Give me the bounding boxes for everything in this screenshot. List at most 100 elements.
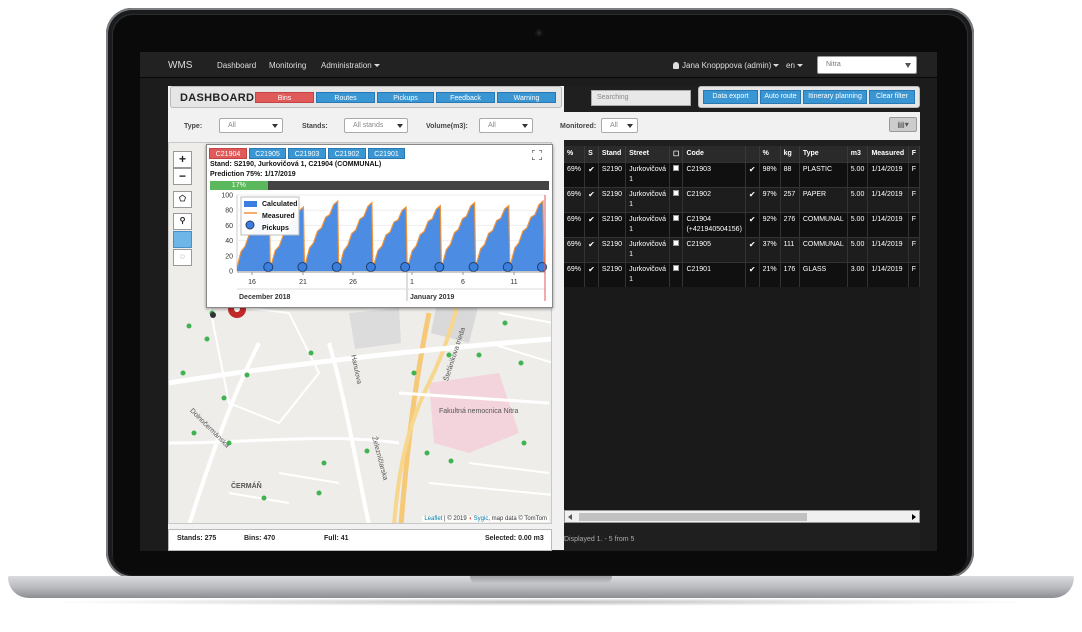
- cell-type: GLASS: [799, 261, 848, 287]
- cell-stand[interactable]: S2190: [598, 161, 627, 187]
- cell-code[interactable]: C21904 (+421940504156): [682, 211, 746, 237]
- brand-logo[interactable]: WMS: [168, 60, 192, 71]
- scroll-left-icon[interactable]: [568, 514, 572, 520]
- lasso-icon[interactable]: ◌: [173, 249, 192, 266]
- clear-filter-button[interactable]: Clear filter: [869, 90, 915, 104]
- stands-filter-select[interactable]: All stands: [344, 118, 408, 133]
- monitored-filter-select[interactable]: All: [601, 118, 638, 133]
- table-row[interactable]: 69% ✔ S2190 Jurkovičová 1 C21905 ✔ 37% 111 COMMUN…: [564, 236, 920, 262]
- cell-select[interactable]: [669, 261, 684, 287]
- nav-monitoring[interactable]: Monitoring: [269, 61, 306, 70]
- city-value: Nitra: [826, 61, 841, 68]
- attribution-tail: , map data © TomTom: [488, 516, 547, 522]
- cell-stand[interactable]: S2190: [598, 186, 627, 212]
- col-stand[interactable]: Stand: [598, 146, 627, 162]
- horizontal-scrollbar[interactable]: [564, 510, 920, 523]
- y-tick-label: 60: [225, 223, 233, 230]
- cell-code[interactable]: C21902: [682, 186, 746, 212]
- cell-code[interactable]: C21905: [682, 236, 746, 262]
- cell-measured: 1/14/2019: [867, 211, 909, 237]
- stands-filter-label: Stands:: [302, 123, 328, 130]
- dropdown-arrow-icon: [397, 124, 403, 128]
- popup-tab-c21903[interactable]: C21903: [288, 148, 326, 159]
- cell-select[interactable]: [669, 211, 684, 237]
- row-checkbox[interactable]: [673, 164, 680, 171]
- col-type[interactable]: Type: [799, 146, 848, 162]
- cell-f: F: [908, 211, 920, 237]
- cell-code[interactable]: C21903: [682, 161, 746, 187]
- layer-toggle-button[interactable]: [173, 231, 192, 248]
- tab-warning[interactable]: Warning: [497, 92, 556, 103]
- col-measured[interactable]: Measured: [867, 146, 909, 162]
- marker-icon[interactable]: ⚲: [173, 213, 192, 230]
- prediction-info: Prediction 75%: 1/17/2019: [210, 171, 296, 178]
- scroll-right-icon[interactable]: [912, 514, 916, 520]
- col-m3[interactable]: m3: [847, 146, 869, 162]
- camera-icon: [535, 29, 543, 37]
- cell-select[interactable]: [669, 236, 684, 262]
- dropdown-arrow-icon: [272, 124, 278, 128]
- user-menu[interactable]: Jana Knopppova (admin): [673, 61, 780, 70]
- cell-check: ✔: [745, 161, 760, 187]
- table-row[interactable]: 69% ✔ S2190 Jurkovičová 1 C21904 (+42194050415…: [564, 211, 920, 237]
- data-export-button[interactable]: Data export: [703, 90, 758, 104]
- col-fill-pct[interactable]: %: [564, 146, 586, 162]
- row-checkbox[interactable]: [673, 264, 680, 271]
- tab-feedback[interactable]: Feedback: [436, 92, 495, 103]
- row-checkbox[interactable]: [673, 239, 680, 246]
- col-street[interactable]: Street: [625, 146, 671, 162]
- legend-label: Pickups: [262, 225, 289, 232]
- pickup-marker: [365, 262, 376, 272]
- row-checkbox[interactable]: [673, 189, 680, 196]
- itinerary-planning-button[interactable]: Itinerary planning: [803, 90, 867, 104]
- tab-pickups[interactable]: Pickups: [377, 92, 434, 103]
- pickup-marker: [502, 262, 513, 272]
- cell-kg: 111: [780, 236, 800, 262]
- expand-icon[interactable]: [532, 150, 542, 160]
- cell-code[interactable]: C21901: [682, 261, 746, 287]
- table-row[interactable]: 69% ✔ S2190 Jurkovičová 1 C21902 ✔ 97% 257 PAPER 5…: [564, 186, 920, 212]
- language-menu[interactable]: en: [786, 61, 803, 70]
- cell-stand[interactable]: S2190: [598, 236, 627, 262]
- sygic-link[interactable]: Sygic: [474, 516, 489, 522]
- city-select[interactable]: Nitra: [817, 56, 917, 74]
- volume-filter-select[interactable]: All: [479, 118, 533, 133]
- draw-polygon-icon[interactable]: ⬠: [173, 191, 192, 208]
- street-name: Jurkovičová: [629, 165, 667, 173]
- scrollbar-thumb[interactable]: [579, 513, 807, 521]
- zoom-out-button[interactable]: −: [173, 168, 192, 185]
- row-checkbox[interactable]: [673, 214, 680, 221]
- check-icon: ✔: [748, 239, 756, 249]
- leaflet-link[interactable]: Leaflet: [424, 516, 442, 522]
- popup-tab-c21902[interactable]: C21902: [328, 148, 366, 159]
- popup-tab-c21904[interactable]: C21904: [209, 148, 247, 159]
- tab-routes[interactable]: Routes: [316, 92, 375, 103]
- cell-check: ✔: [745, 236, 760, 262]
- tab-bins[interactable]: Bins: [255, 92, 314, 103]
- legend-swatch-pickups: [245, 220, 255, 230]
- laptop-notch: [470, 576, 612, 584]
- nav-administration[interactable]: Administration: [321, 61, 380, 70]
- district-label: ČERMÁŇ: [231, 483, 262, 490]
- popup-tab-c21901[interactable]: C21901: [368, 148, 405, 159]
- type-filter-select[interactable]: All: [219, 118, 283, 133]
- col-code[interactable]: Code: [682, 146, 746, 162]
- cell-stand[interactable]: S2190: [598, 211, 627, 237]
- col-s[interactable]: S: [584, 146, 599, 162]
- cell-stand[interactable]: S2190: [598, 261, 627, 287]
- col-kg[interactable]: kg: [780, 146, 800, 162]
- zoom-in-button[interactable]: +: [173, 151, 192, 168]
- bin-code: C21905: [686, 240, 711, 248]
- col-f[interactable]: F: [908, 146, 920, 162]
- cell-select[interactable]: [669, 161, 684, 187]
- search-input[interactable]: Searching: [591, 90, 691, 106]
- table-row[interactable]: 69% ✔ S2190 Jurkovičová 1 C21901 ✔ 21% 176 GLASS 3…: [564, 261, 920, 287]
- col-pct[interactable]: %: [759, 146, 781, 162]
- auto-route-button[interactable]: Auto route: [760, 90, 801, 104]
- nav-dashboard[interactable]: Dashboard: [217, 61, 256, 70]
- popup-tab-c21905[interactable]: C21905: [249, 148, 286, 159]
- excel-export-button[interactable]: ▤▾: [889, 117, 917, 132]
- cell-select[interactable]: [669, 186, 684, 212]
- table-row[interactable]: 69% ✔ S2190 Jurkovičová 1 C21903 ✔ 98% 88 PLASTIC…: [564, 161, 920, 187]
- col-select-all[interactable]: ☐: [669, 146, 684, 162]
